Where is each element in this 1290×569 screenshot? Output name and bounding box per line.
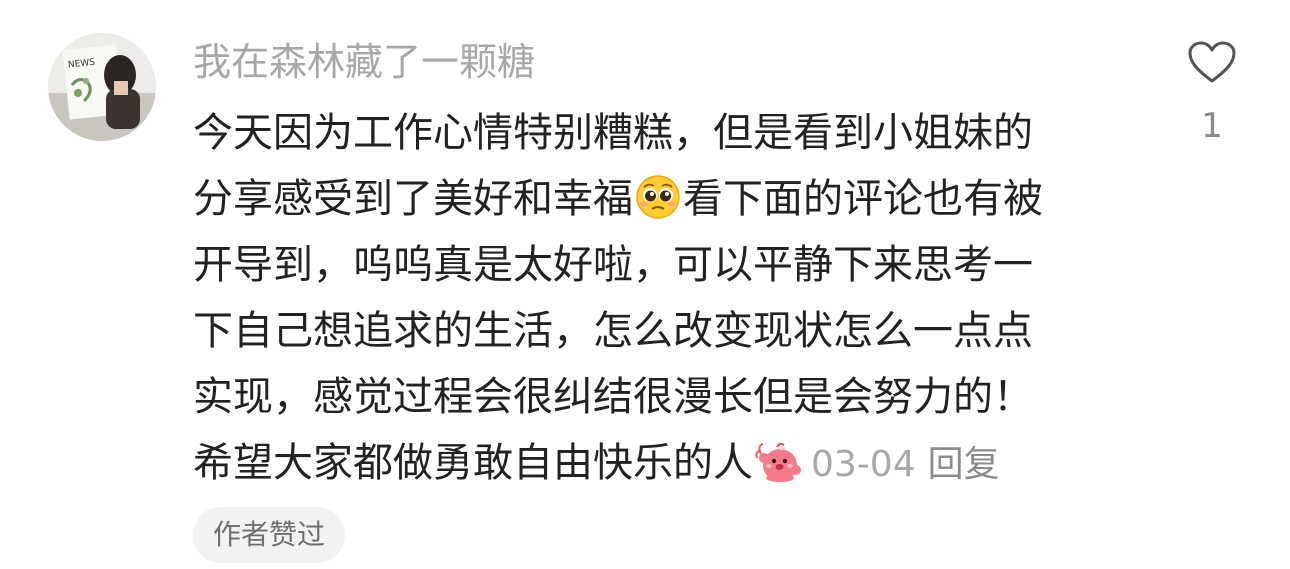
pleading-face-emoji: [635, 174, 681, 220]
like-button[interactable]: 1: [1180, 40, 1244, 146]
comment-text: 希望大家都做勇敢自由快乐的人: [193, 440, 753, 486]
comment-line: 希望大家都做勇敢自由快乐的人 03-04 回复: [193, 430, 1153, 496]
comment-text: 看下面的评论也有被: [683, 176, 1043, 222]
comment-line: 开导到，呜呜真是太好啦，可以平静下来思考一: [193, 242, 1033, 288]
comment-text: 分享感受到了美好和幸福: [193, 176, 633, 222]
user-avatar[interactable]: NEWS: [48, 33, 156, 141]
comment-line: 分享感受到了美好和幸福 看下面的评论也有被: [193, 166, 1153, 232]
like-count: 1: [1201, 106, 1223, 146]
comment-date: 03-04: [811, 444, 916, 485]
comment-item: NEWS 我在森林藏了一颗糖 今天因为工作心情特别糟糕，但是看到小姐妹的 分享感…: [0, 0, 1290, 569]
comment-line: 今天因为工作心情特别糟糕，但是看到小姐妹的: [193, 110, 1033, 156]
heart-icon: [1188, 41, 1236, 83]
comment-content: 今天因为工作心情特别糟糕，但是看到小姐妹的 分享感受到了美好和幸福 看下面的评论…: [193, 100, 1153, 496]
author-liked-badge: 作者赞过: [193, 507, 346, 563]
avatar-image: NEWS: [48, 33, 156, 141]
pink-waving-sticker-emoji: [755, 438, 801, 484]
comment-line: 实现，感觉过程会很纠结很漫长但是会努力的！: [193, 374, 1033, 420]
comment-line: 下自己想追求的生活，怎么改变现状怎么一点点: [193, 308, 1033, 354]
username[interactable]: 我在森林藏了一颗糖: [193, 38, 535, 86]
reply-button[interactable]: 回复: [928, 444, 1000, 485]
